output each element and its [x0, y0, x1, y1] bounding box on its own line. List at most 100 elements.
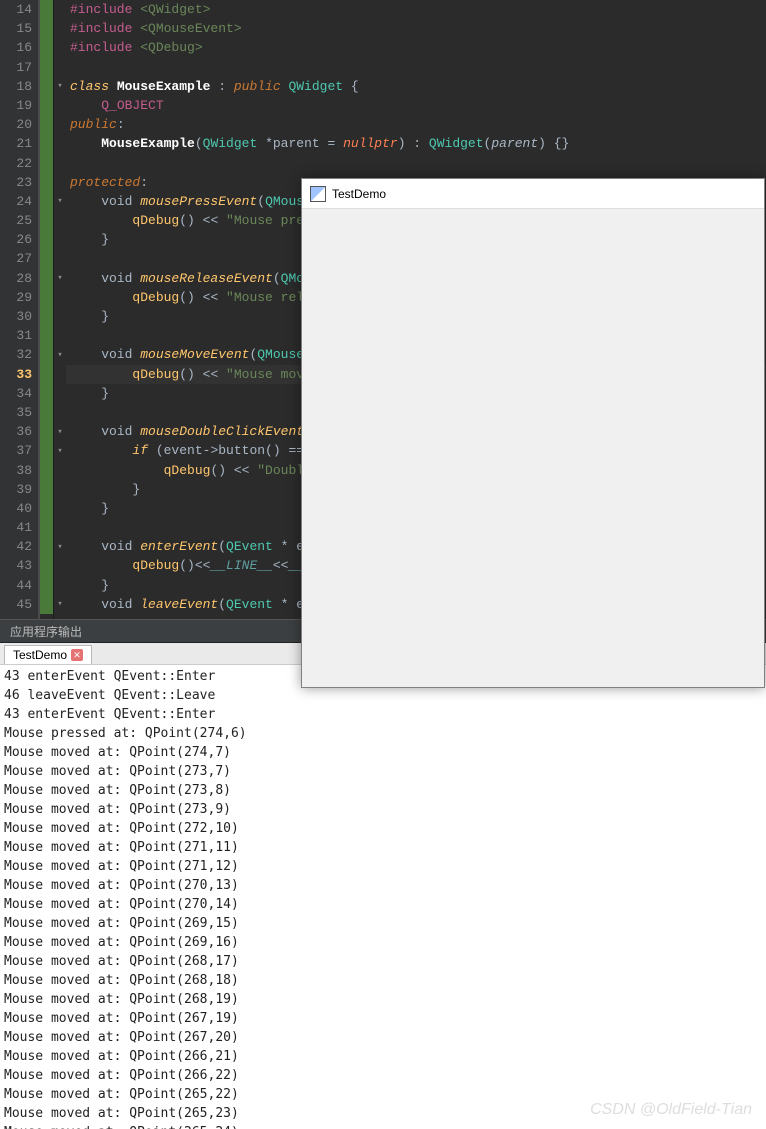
fold-toggle[interactable]: ▾ [54, 345, 66, 364]
fold-column[interactable]: ▾▾▾▾▾▾▾▾ [54, 0, 66, 619]
line-number[interactable]: 27 [4, 249, 32, 268]
code-line[interactable]: Q_OBJECT [66, 96, 766, 115]
change-bar [40, 307, 53, 326]
change-bar [40, 134, 53, 153]
line-number[interactable]: 15 [4, 19, 32, 38]
log-line: Mouse moved at: QPoint(273,8) [4, 781, 762, 800]
line-number[interactable]: 44 [4, 576, 32, 595]
fold-toggle [54, 576, 66, 595]
line-number[interactable]: 16 [4, 38, 32, 57]
line-number[interactable]: 35 [4, 403, 32, 422]
line-number[interactable]: 18 [4, 77, 32, 96]
change-bar [40, 230, 53, 249]
change-bar [40, 38, 53, 57]
line-number[interactable]: 30 [4, 307, 32, 326]
change-bar [40, 154, 53, 173]
fold-toggle [54, 0, 66, 19]
code-line[interactable] [66, 154, 766, 173]
log-line: Mouse moved at: QPoint(273,9) [4, 800, 762, 819]
output-tab-testdemo[interactable]: TestDemo ✕ [4, 645, 92, 664]
change-bar [40, 422, 53, 441]
change-bar [40, 58, 53, 77]
line-number[interactable]: 39 [4, 480, 32, 499]
line-number[interactable]: 22 [4, 154, 32, 173]
line-number[interactable]: 40 [4, 499, 32, 518]
output-log[interactable]: 43 enterEvent QEvent::Enter46 leaveEvent… [0, 665, 766, 1129]
line-number-gutter[interactable]: 1415161718192021222324252627282930313233… [0, 0, 40, 619]
line-number[interactable]: 34 [4, 384, 32, 403]
line-number[interactable]: 17 [4, 58, 32, 77]
line-number[interactable]: 21 [4, 134, 32, 153]
log-line: Mouse moved at: QPoint(267,20) [4, 1028, 762, 1047]
fold-toggle [54, 230, 66, 249]
line-number[interactable]: 43 [4, 556, 32, 575]
code-line[interactable]: public: [66, 115, 766, 134]
code-line[interactable]: #include <QMouseEvent> [66, 19, 766, 38]
app-window[interactable]: TestDemo [301, 178, 765, 688]
change-bar [40, 96, 53, 115]
line-number[interactable]: 32 [4, 345, 32, 364]
line-number[interactable]: 20 [4, 115, 32, 134]
log-line: Mouse moved at: QPoint(272,10) [4, 819, 762, 838]
app-window-content[interactable] [302, 209, 764, 687]
code-line[interactable]: #include <QDebug> [66, 38, 766, 57]
fold-toggle[interactable]: ▾ [54, 192, 66, 211]
line-number[interactable]: 42 [4, 537, 32, 556]
change-bar [40, 480, 53, 499]
line-number[interactable]: 31 [4, 326, 32, 345]
line-number[interactable]: 23 [4, 173, 32, 192]
change-bar [40, 77, 53, 96]
log-line: Mouse moved at: QPoint(268,19) [4, 990, 762, 1009]
line-number[interactable]: 41 [4, 518, 32, 537]
change-bar [40, 326, 53, 345]
fold-toggle [54, 58, 66, 77]
fold-toggle [54, 326, 66, 345]
fold-toggle [54, 499, 66, 518]
log-line: Mouse moved at: QPoint(273,7) [4, 762, 762, 781]
log-line: Mouse pressed at: QPoint(274,6) [4, 724, 762, 743]
line-number[interactable]: 29 [4, 288, 32, 307]
fold-toggle [54, 96, 66, 115]
line-number[interactable]: 33 [4, 365, 32, 384]
fold-toggle[interactable]: ▾ [54, 441, 66, 460]
code-line[interactable] [66, 58, 766, 77]
log-line: Mouse moved at: QPoint(270,13) [4, 876, 762, 895]
change-bar [40, 173, 53, 192]
line-number[interactable]: 19 [4, 96, 32, 115]
code-line[interactable]: MouseExample(QWidget *parent = nullptr) … [66, 134, 766, 153]
fold-toggle[interactable]: ▾ [54, 537, 66, 556]
code-line[interactable]: class MouseExample : public QWidget { [66, 77, 766, 96]
log-line: Mouse moved at: QPoint(267,19) [4, 1009, 762, 1028]
log-line: Mouse moved at: QPoint(271,12) [4, 857, 762, 876]
app-icon [310, 186, 326, 202]
change-bar [40, 556, 53, 575]
output-panel-title: 应用程序输出 [0, 623, 92, 640]
line-number[interactable]: 37 [4, 441, 32, 460]
line-number[interactable]: 14 [4, 0, 32, 19]
change-bar [40, 595, 53, 614]
line-number[interactable]: 38 [4, 461, 32, 480]
fold-toggle [54, 307, 66, 326]
change-bar [40, 211, 53, 230]
log-line: Mouse moved at: QPoint(270,14) [4, 895, 762, 914]
fold-toggle [54, 38, 66, 57]
line-number[interactable]: 28 [4, 269, 32, 288]
close-icon[interactable]: ✕ [71, 649, 83, 661]
line-number[interactable]: 26 [4, 230, 32, 249]
fold-toggle[interactable]: ▾ [54, 422, 66, 441]
fold-toggle[interactable]: ▾ [54, 595, 66, 614]
code-line[interactable]: #include <QWidget> [66, 0, 766, 19]
app-window-titlebar[interactable]: TestDemo [302, 179, 764, 209]
fold-toggle[interactable]: ▾ [54, 77, 66, 96]
line-number[interactable]: 36 [4, 422, 32, 441]
line-number[interactable]: 25 [4, 211, 32, 230]
fold-toggle [54, 461, 66, 480]
fold-toggle [54, 403, 66, 422]
change-bar [40, 288, 53, 307]
fold-toggle [54, 154, 66, 173]
fold-toggle [54, 518, 66, 537]
log-line: Mouse moved at: QPoint(266,22) [4, 1066, 762, 1085]
line-number[interactable]: 24 [4, 192, 32, 211]
fold-toggle[interactable]: ▾ [54, 269, 66, 288]
line-number[interactable]: 45 [4, 595, 32, 614]
